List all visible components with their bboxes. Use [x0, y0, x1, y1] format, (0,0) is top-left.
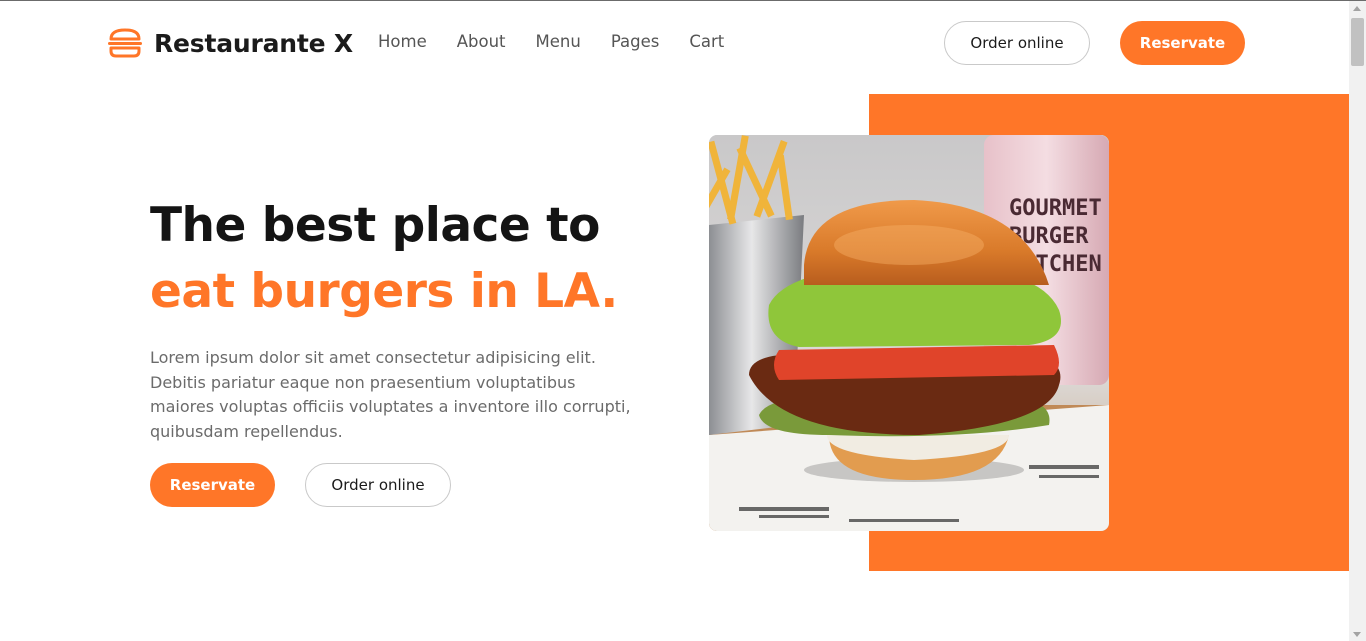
header-reservate-button[interactable]: Reservate: [1120, 21, 1245, 65]
cup-text-1: GOURMET: [1009, 196, 1102, 221]
hero-headline-line-1: The best place to: [150, 198, 600, 253]
main-nav: Home About Menu Pages Cart: [378, 32, 724, 51]
burger-icon: [105, 27, 145, 59]
hero-order-online-button[interactable]: Order online: [305, 463, 451, 507]
hero-description: Lorem ipsum dolor sit amet consectetur a…: [150, 348, 631, 441]
scroll-down-arrow-icon[interactable]: [1353, 632, 1361, 637]
hero-burger-image: GOURMET BURGER KITCHEN: [709, 135, 1109, 531]
hero-headline: The best place to eat burgers in LA.: [150, 193, 618, 325]
nav-pages[interactable]: Pages: [611, 32, 660, 51]
header-order-online-button[interactable]: Order online: [944, 21, 1090, 65]
scroll-thumb[interactable]: [1351, 18, 1364, 66]
scroll-up-arrow-icon[interactable]: [1353, 6, 1361, 11]
vertical-scrollbar[interactable]: [1349, 1, 1366, 641]
nav-cart[interactable]: Cart: [689, 32, 724, 51]
nav-about[interactable]: About: [457, 32, 506, 51]
nav-menu[interactable]: Menu: [536, 32, 581, 51]
site-header: Restaurante X Home About Menu Pages Cart…: [0, 1, 1349, 87]
page: Restaurante X Home About Menu Pages Cart…: [0, 0, 1366, 641]
logo-link[interactable]: Restaurante X: [105, 27, 353, 59]
nav-home[interactable]: Home: [378, 32, 427, 51]
brand-name: Restaurante X: [154, 28, 353, 58]
hero-headline-line-2: eat burgers in LA.: [150, 264, 618, 319]
hero-reservate-button[interactable]: Reservate: [150, 463, 275, 507]
